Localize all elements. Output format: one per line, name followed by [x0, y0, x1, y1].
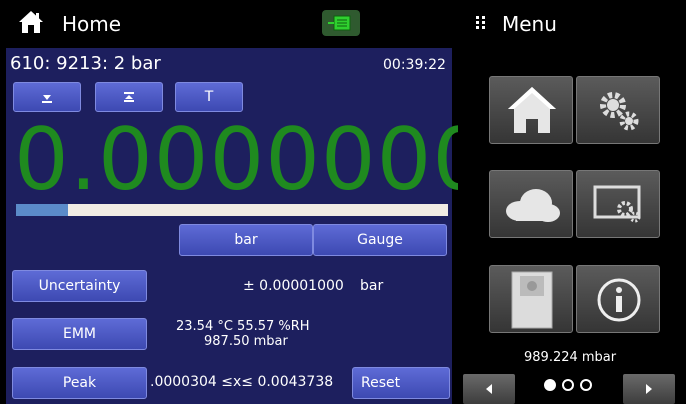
- menu-title: Menu: [502, 12, 557, 36]
- range-bar: [16, 204, 448, 216]
- mode-button[interactable]: Gauge: [313, 224, 447, 256]
- uncertainty-value: ± 0.00001000: [243, 278, 344, 294]
- info-icon: [597, 278, 641, 322]
- tare-stack-button[interactable]: [95, 82, 163, 112]
- home-icon[interactable]: [18, 10, 44, 34]
- emm-pressure: 987.50 mbar: [204, 334, 288, 349]
- zero-button[interactable]: [13, 82, 81, 112]
- uncertainty-unit: bar: [360, 278, 384, 294]
- page-title: Home: [62, 12, 122, 36]
- cloud-tile[interactable]: [489, 170, 573, 238]
- page-dot-2[interactable]: [562, 379, 574, 391]
- reading-value: 0.0000000: [14, 110, 489, 210]
- emm-environment: 23.54 °C 55.57 %RH: [176, 319, 310, 334]
- home-tile[interactable]: [489, 76, 573, 144]
- tare-stack-icon: [124, 92, 134, 102]
- status-icon[interactable]: [322, 10, 360, 36]
- emm-button[interactable]: EMM: [12, 318, 147, 350]
- reset-button[interactable]: Reset: [352, 367, 450, 399]
- next-page-button[interactable]: [623, 374, 675, 404]
- storage-tile[interactable]: [489, 265, 573, 333]
- settings-tile[interactable]: [576, 76, 660, 144]
- unit-button[interactable]: bar: [179, 224, 313, 256]
- info-tile[interactable]: [576, 265, 660, 333]
- cloud-icon: [506, 189, 560, 222]
- peak-range: .0000304 ≤x≤ 0.0043738: [150, 374, 334, 390]
- home-tile-icon: [508, 87, 556, 133]
- page-dot-3[interactable]: [580, 379, 592, 391]
- zero-icon: [42, 95, 52, 103]
- storage-icon: [511, 271, 553, 329]
- range-bar-fill: [16, 204, 68, 216]
- display-settings-icon: [593, 185, 641, 223]
- page-dot-1[interactable]: [544, 379, 556, 391]
- uncertainty-button[interactable]: Uncertainty: [12, 270, 147, 302]
- channel-label: 610: 9213: 2 bar: [10, 53, 161, 74]
- prev-page-button[interactable]: [463, 374, 515, 404]
- grip-icon[interactable]: [475, 15, 487, 31]
- right-arrow-icon: [646, 384, 652, 394]
- peak-button[interactable]: Peak: [12, 367, 147, 399]
- settings-gears-icon: [600, 92, 639, 131]
- tare-button[interactable]: T: [175, 82, 243, 112]
- barometer-reading: 989.224 mbar: [524, 350, 617, 365]
- display-settings-tile[interactable]: [576, 170, 660, 238]
- time-label: 00:39:22: [383, 57, 446, 73]
- left-arrow-icon: [486, 384, 492, 394]
